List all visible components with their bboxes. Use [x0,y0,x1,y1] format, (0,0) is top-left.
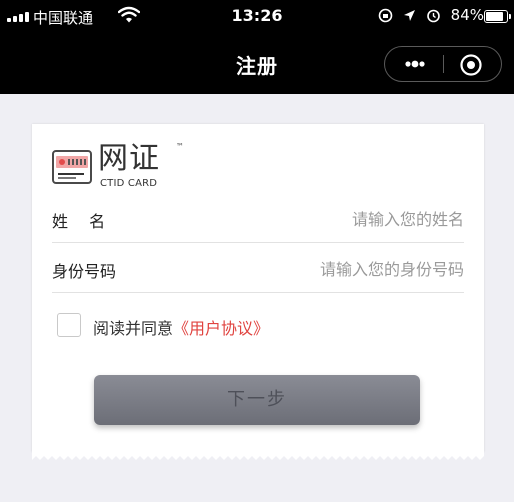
mini-program-capsule [384,46,502,82]
top-bar: 中国联通 13:26 84% 注册 [0,0,514,94]
ctid-logo: 网证 ™ CTID CARD [52,140,202,192]
brand-name-cn: 网证 [98,141,160,176]
id-card-icon [52,150,92,184]
agreement-prefix: 阅读并同意 [93,319,174,338]
id-number-label: 身份号码 [52,262,117,281]
user-agreement-link[interactable]: 《用户协议》 [173,319,269,338]
battery-percent: 84% [450,6,484,24]
agreement-text: 阅读并同意《用户协议》 [93,315,269,339]
status-bar: 中国联通 13:26 84% [0,0,514,38]
record-circle-icon[interactable] [459,53,483,77]
brand-name-en: CTID CARD [100,178,158,189]
next-button[interactable]: 下一步 [94,375,420,425]
divider [52,242,464,243]
card-serrated-edge [32,452,484,460]
id-number-input[interactable] [244,260,464,279]
orientation-lock-icon [378,8,392,22]
agree-checkbox[interactable] [57,313,81,337]
capsule-divider [443,55,444,73]
name-input[interactable] [244,210,464,229]
name-label: 姓 名 [52,212,106,231]
alarm-icon [426,9,440,22]
status-right: 84% [378,6,484,24]
location-icon [403,9,415,21]
more-dots-icon[interactable] [399,57,431,71]
battery-icon [484,10,511,23]
trademark-mark: ™ [176,142,184,151]
divider [52,292,464,293]
